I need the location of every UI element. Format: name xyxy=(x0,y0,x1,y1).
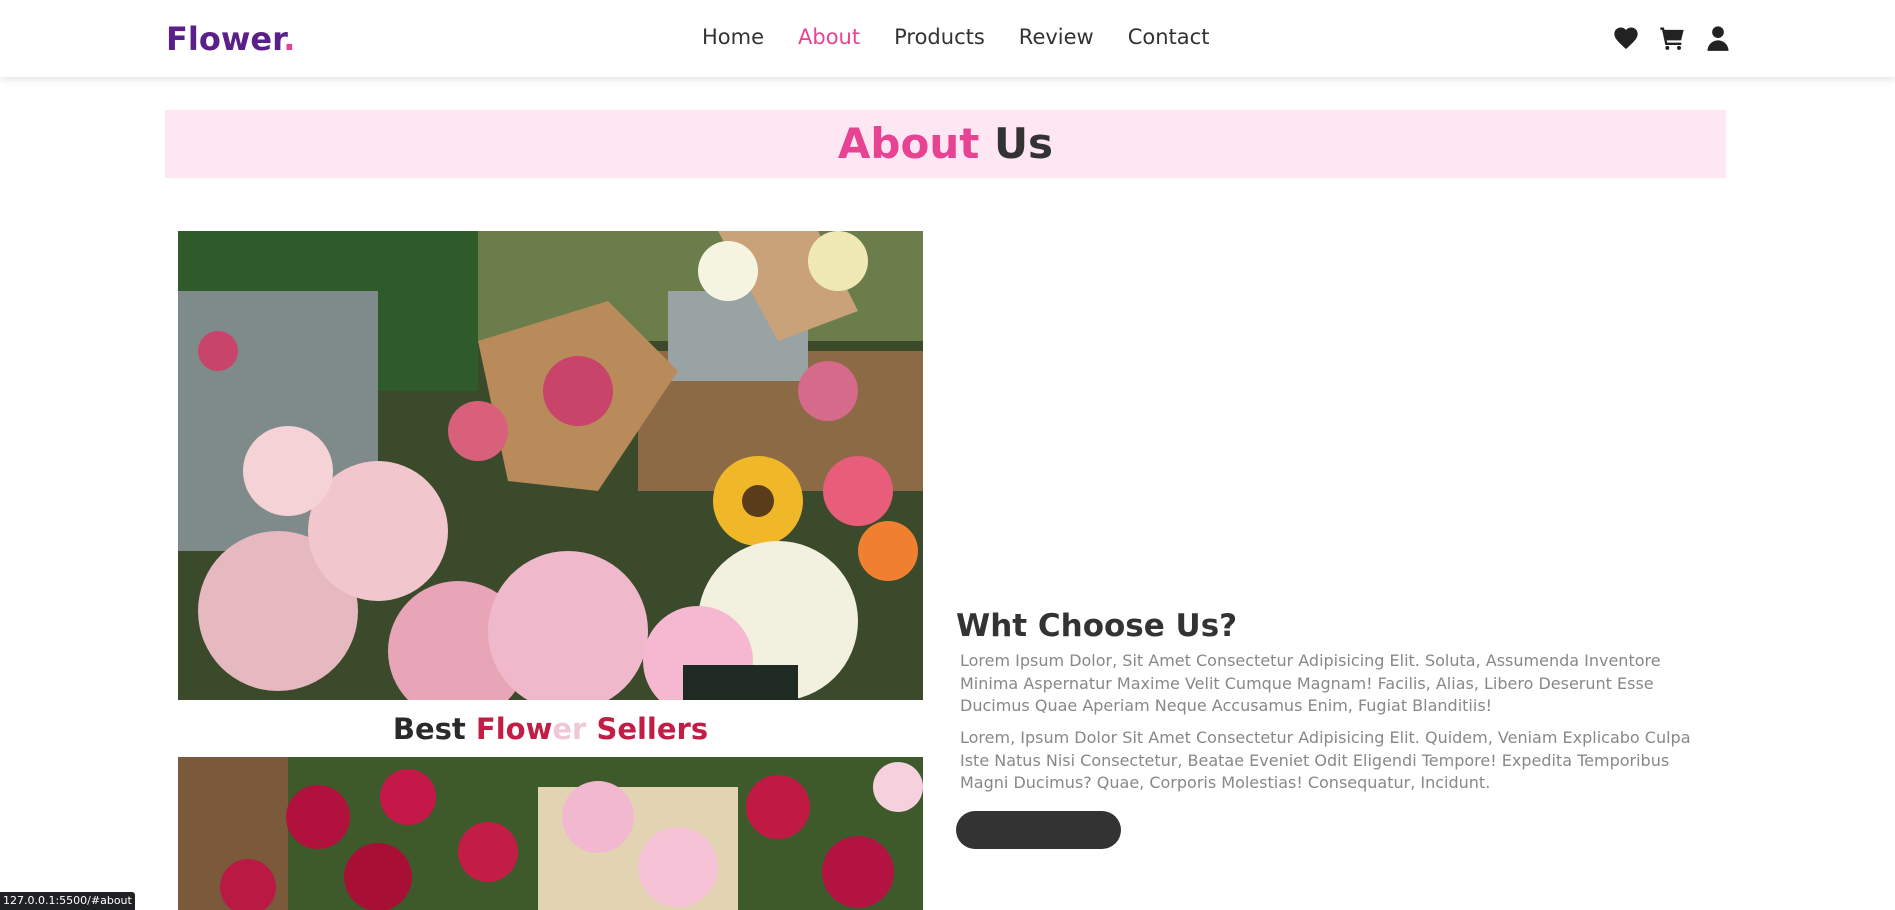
nav-link-about[interactable]: About xyxy=(798,25,860,49)
caption-part-2: Flow xyxy=(475,712,553,746)
about-heading-band: About Us xyxy=(165,110,1726,178)
logo-dot: . xyxy=(283,20,296,58)
why-choose-us-title: Wht Choose Us? xyxy=(956,608,1238,644)
flower-shop-image xyxy=(178,231,923,700)
learn-more-button[interactable] xyxy=(956,811,1121,849)
cart-icon[interactable] xyxy=(1658,24,1686,52)
caption-part-1: Best xyxy=(392,712,476,746)
peony-image xyxy=(178,757,923,910)
main-nav: Home About Products Review Contact xyxy=(702,25,1209,49)
about-heading: About Us xyxy=(165,110,1726,178)
logo[interactable]: Flower. xyxy=(166,20,295,58)
logo-text[interactable]: Flower xyxy=(166,20,283,58)
nav-link-review[interactable]: Review xyxy=(1019,25,1094,49)
nav-link-home[interactable]: Home xyxy=(702,25,764,49)
nav-link-products[interactable]: Products xyxy=(894,25,985,49)
nav-link-contact[interactable]: Contact xyxy=(1128,25,1210,49)
about-heading-accent: About xyxy=(837,119,980,168)
about-paragraph-2: Lorem, Ipsum Dolor Sit Amet Consectetur … xyxy=(960,728,1691,792)
caption-part-4: Sellers xyxy=(596,712,709,746)
about-heading-rest: Us xyxy=(993,119,1054,168)
image-caption: Best Flower Sellers xyxy=(178,712,923,746)
caption-part-3: er xyxy=(552,712,597,746)
about-paragraph-1: Lorem Ipsum Dolor, Sit Amet Consectetur … xyxy=(960,651,1661,715)
status-bar-url: 127.0.0.1:5500/#about xyxy=(0,892,135,910)
header-icons xyxy=(1612,24,1732,52)
heart-icon[interactable] xyxy=(1612,24,1640,52)
site-header: Flower. Home About Products Review Conta… xyxy=(0,0,1895,77)
user-icon[interactable] xyxy=(1704,24,1732,52)
